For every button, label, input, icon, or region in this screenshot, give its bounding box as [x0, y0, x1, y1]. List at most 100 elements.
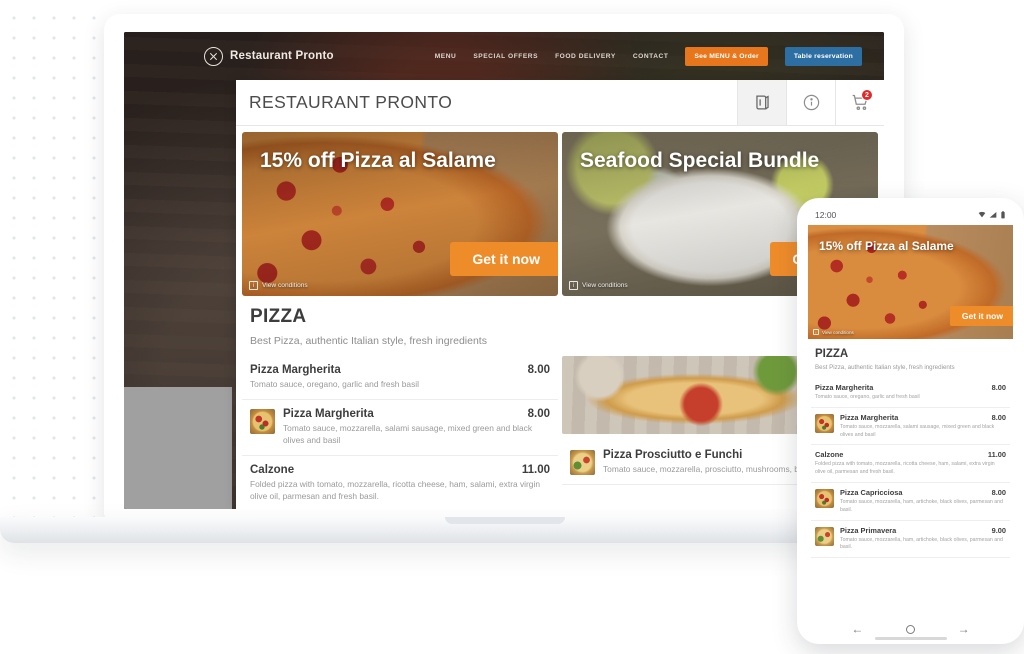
signal-icon — [989, 212, 997, 218]
nav-link-menu[interactable]: MENU — [435, 53, 457, 60]
left-grey-panel — [124, 387, 232, 509]
list-item[interactable]: Pizza Capricciosa 8.00 Tomato sauce, moz… — [811, 483, 1010, 521]
promo-view-conditions[interactable]: i View conditions — [569, 281, 628, 290]
list-item[interactable]: Pizza Margherita 8.00 Tomato sauce, oreg… — [242, 356, 558, 400]
menu-column-left: Pizza Margherita 8.00 Tomato sauce, oreg… — [242, 356, 558, 509]
laptop-lid: Restaurant Pronto MENU SPECIAL OFFERS FO… — [104, 14, 904, 519]
battery-icon — [1001, 211, 1005, 219]
nav-link-food-delivery[interactable]: FOOD DELIVERY — [555, 53, 616, 60]
dish-price: 8.00 — [991, 412, 1006, 422]
list-item[interactable]: Pizza Margherita 8.00 Tomato sauce, mozz… — [811, 408, 1010, 446]
phone-screen: 12:00 15% off Pizza al Salame Get it now… — [804, 205, 1017, 644]
dish-body: Calzone 11.00 Folded pizza with tomato, … — [250, 464, 550, 503]
dish-thumbnail — [815, 413, 834, 433]
site-navigation: Restaurant Pronto MENU SPECIAL OFFERS FO… — [124, 32, 884, 80]
dish-price: 8.00 — [991, 487, 1006, 497]
dish-description: Tomato sauce, oregano, garlic and fresh … — [815, 394, 920, 400]
dish-description: Tomato sauce, oregano, garlic and fresh … — [250, 379, 419, 389]
dish-row: Calzone 11.00 — [815, 450, 1006, 459]
promo-view-conditions[interactable]: i View conditions — [249, 281, 308, 290]
nav-links: MENU SPECIAL OFFERS FOOD DELIVERY CONTAC… — [435, 46, 862, 66]
list-item[interactable]: Pizza Margherita 8.00 Tomato sauce, oreg… — [811, 378, 1010, 408]
menu-columns: Pizza Margherita 8.00 Tomato sauce, oreg… — [236, 347, 884, 509]
dish-row: Calzone 11.00 — [250, 464, 550, 476]
crossed-utensils-icon — [204, 46, 223, 66]
conditions-icon: i — [569, 281, 578, 290]
promo-banners: 15% off Pizza al Salame Get it now i Vie… — [236, 126, 884, 296]
cart-icon[interactable]: 2 — [835, 80, 884, 125]
dish-row: Pizza Capricciosa 8.00 — [840, 488, 1006, 497]
promo-get-it-now-button[interactable]: Get it now — [450, 242, 558, 276]
dish-body: Pizza Margherita 8.00 Tomato sauce, mozz… — [283, 408, 550, 447]
promo-conditions-label: View conditions — [582, 282, 628, 289]
nav-link-contact[interactable]: CONTACT — [633, 53, 669, 60]
dish-thumbnail — [250, 408, 275, 434]
see-menu-and-order-button[interactable]: See MENU & Order — [685, 46, 768, 66]
dish-body: Calzone 11.00 Folded pizza with tomato, … — [815, 450, 1006, 477]
dish-row: Pizza Margherita 8.00 — [250, 364, 550, 376]
wifi-icon — [978, 211, 986, 218]
dish-price: 11.00 — [521, 463, 550, 476]
phone-view-conditions[interactable]: i View conditions — [813, 329, 854, 335]
info-icon[interactable] — [786, 80, 835, 125]
brand[interactable]: Restaurant Pronto — [204, 46, 334, 66]
nav-link-special-offers[interactable]: SPECIAL OFFERS — [473, 53, 538, 60]
laptop-mockup: Restaurant Pronto MENU SPECIAL OFFERS FO… — [0, 14, 1010, 543]
phone-section-title: PIZZA — [815, 348, 849, 360]
section-subtitle: Best Pizza, authentic Italian style, fre… — [250, 335, 487, 347]
list-item[interactable]: Calzone 11.00 Folded pizza with tomato, … — [811, 445, 1010, 483]
status-time: 12:00 — [815, 210, 837, 220]
table-reservation-button[interactable]: Table reservation — [784, 46, 862, 66]
dish-description: Tomato sauce, mozzarella, ham, artichoke… — [840, 498, 1003, 513]
dish-description: Tomato sauce, mozzarella, ham, artichoke… — [840, 536, 1003, 551]
home-circle-icon[interactable] — [905, 624, 915, 634]
status-icons — [978, 211, 1006, 219]
list-item[interactable]: Calzone 11.00 Folded pizza with tomato, … — [242, 456, 558, 509]
dish-thumbnail — [570, 450, 595, 475]
phone-status-bar: 12:00 — [804, 205, 1017, 225]
phone-promo-banner[interactable]: 15% off Pizza al Salame Get it now i Vie… — [808, 225, 1013, 339]
conditions-icon: i — [813, 329, 819, 335]
dish-name: Pizza Margherita — [840, 412, 899, 422]
cart-count-badge: 2 — [861, 89, 873, 101]
menu-section-header: PIZZA Best Pizza, authentic Italian styl… — [236, 296, 884, 347]
dish-description: Folded pizza with tomato, mozzarella, ri… — [250, 478, 540, 501]
list-item[interactable]: Pizza Primavera 9.00 Tomato sauce, mozza… — [811, 521, 1010, 559]
phone-navigation-bar: ← → — [804, 614, 1017, 644]
dish-name: Pizza Capricciosa — [840, 487, 903, 497]
dish-price: 8.00 — [527, 364, 550, 376]
phone-section-subtitle: Best Pizza, authentic Italian style, fre… — [815, 364, 955, 371]
phone-section-header: PIZZA Best Pizza, authentic Italian styl… — [804, 339, 1017, 371]
phone-get-it-now-button[interactable]: Get it now — [949, 306, 1013, 326]
dish-body: Pizza Margherita 8.00 Tomato sauce, mozz… — [840, 413, 1006, 440]
back-arrow-icon[interactable]: ← — [851, 622, 863, 636]
phone-menu-list[interactable]: Pizza Margherita 8.00 Tomato sauce, oreg… — [804, 371, 1017, 614]
dish-body: Pizza Margherita 8.00 Tomato sauce, oreg… — [815, 383, 1006, 402]
dish-thumbnail — [815, 488, 834, 508]
dish-price: 8.00 — [991, 383, 1006, 392]
laptop-screen: Restaurant Pronto MENU SPECIAL OFFERS FO… — [124, 32, 884, 509]
dish-description: Tomato sauce, mozzarella, salami sausage… — [840, 423, 995, 438]
promo-title: Seafood Special Bundle — [580, 149, 820, 172]
dish-price: 8.00 — [527, 407, 550, 420]
ordering-widget: RESTAURANT PRONTO 2 15% off Pizza al Sal… — [236, 80, 884, 509]
dish-row: Pizza Margherita 8.00 — [283, 408, 550, 420]
list-item[interactable]: Pizza Margherita 8.00 Tomato sauce, mozz… — [242, 400, 558, 456]
dish-price: 9.00 — [991, 525, 1006, 535]
phone-promo-title: 15% off Pizza al Salame — [819, 239, 954, 253]
home-indicator-bar — [874, 637, 947, 640]
menu-book-icon[interactable] — [737, 80, 786, 125]
promo-banner-pizza[interactable]: 15% off Pizza al Salame Get it now i Vie… — [242, 132, 558, 296]
dish-body: Pizza Margherita 8.00 Tomato sauce, oreg… — [250, 364, 550, 391]
conditions-icon: i — [249, 281, 258, 290]
dish-name: Calzone — [250, 463, 295, 476]
widget-title: RESTAURANT PRONTO — [249, 92, 453, 112]
dish-name: Pizza Primavera — [840, 525, 897, 535]
dish-description: Folded pizza with tomato, mozzarella, ri… — [815, 461, 995, 476]
dish-body: Pizza Primavera 9.00 Tomato sauce, mozza… — [840, 526, 1006, 553]
phone-conditions-label: View conditions — [822, 329, 854, 335]
dish-name: Pizza Margherita — [815, 383, 874, 392]
forward-arrow-icon[interactable]: → — [958, 622, 970, 636]
dish-row: Pizza Margherita 8.00 — [815, 383, 1006, 392]
section-title: PIZZA — [250, 306, 307, 327]
